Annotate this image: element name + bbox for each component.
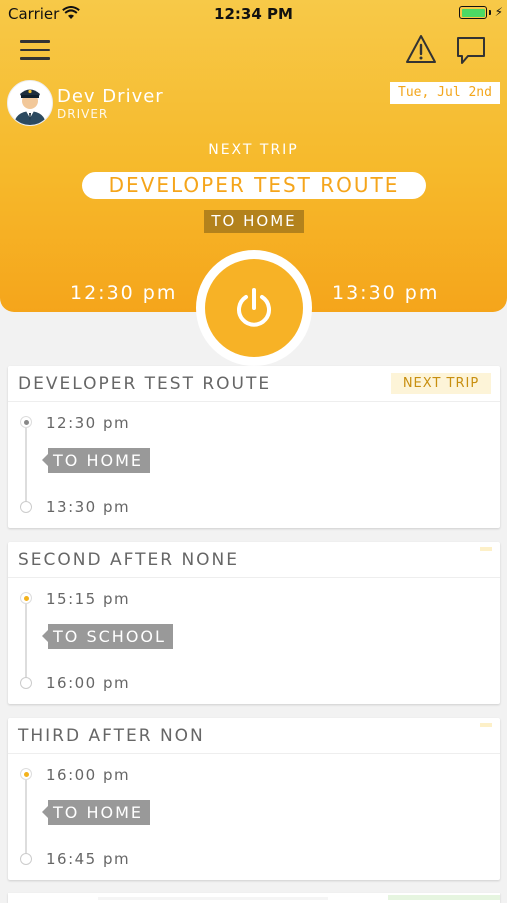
trip-start-time: 16:00 pm (46, 766, 131, 784)
card-divider (8, 401, 500, 402)
chat-bubble-icon[interactable] (456, 36, 486, 66)
timeline-start-dot (20, 416, 32, 428)
charging-icon: ⚡ (494, 5, 503, 19)
power-icon (237, 288, 271, 327)
trip-end-time: 16:00 pm (46, 674, 131, 692)
status-time: 12:34 PM (214, 5, 293, 23)
trip-start-time: 15:15 pm (46, 590, 131, 608)
timeline-start-dot (20, 768, 32, 780)
driver-avatar (7, 80, 53, 126)
next-trip-start-time: 12:30 pm (70, 282, 178, 304)
next-trip-end-time: 13:30 pm (332, 282, 440, 304)
start-trip-button[interactable] (205, 259, 303, 357)
next-trip-tag: NEXT TRIP (391, 373, 491, 394)
trip-card-partial[interactable] (8, 893, 500, 903)
battery-tip (489, 10, 491, 15)
hamburger-menu-icon[interactable] (20, 40, 50, 62)
trip-direction-tag: TO HOME (42, 800, 150, 825)
trip-card[interactable]: DEVELOPER TEST ROUTE NEXT TRIP 12:30 pm … (8, 366, 500, 528)
trip-title: THIRD AFTER NON (18, 726, 205, 746)
timeline-end-dot (20, 677, 32, 689)
trip-tag-indicator (480, 723, 492, 727)
next-trip-route: DEVELOPER TEST ROUTE (82, 172, 426, 199)
trip-title: SECOND AFTER NONE (18, 550, 239, 570)
card-tag-peek (388, 895, 500, 900)
trip-card[interactable]: THIRD AFTER NON 16:00 pm TO HOME 16:45 p… (8, 718, 500, 880)
trip-start-time: 12:30 pm (46, 414, 131, 432)
trip-card[interactable]: SECOND AFTER NONE 15:15 pm TO SCHOOL 16:… (8, 542, 500, 704)
timeline-end-dot (20, 501, 32, 513)
date-badge[interactable]: Tue, Jul 2nd (390, 82, 500, 104)
trip-title: DEVELOPER TEST ROUTE (18, 374, 272, 394)
timeline-start-dot (20, 592, 32, 604)
driver-name: Dev Driver (57, 86, 164, 107)
status-bar: Carrier 12:34 PM ⚡ (0, 0, 507, 28)
trip-direction-tag: TO HOME (42, 448, 150, 473)
trip-direction-tag: TO SCHOOL (42, 624, 173, 649)
trip-end-time: 13:30 pm (46, 498, 131, 516)
card-divider (8, 753, 500, 754)
driver-role: DRIVER (57, 107, 109, 121)
card-divider (8, 577, 500, 578)
timeline-line (25, 773, 27, 859)
next-trip-direction: TO HOME (204, 210, 304, 233)
timeline-end-dot (20, 853, 32, 865)
timeline-line (25, 421, 27, 507)
timeline-line (25, 597, 27, 683)
next-trip-label: NEXT TRIP (208, 142, 299, 158)
warning-triangle-icon[interactable] (405, 34, 437, 64)
battery-icon (459, 6, 487, 19)
trip-end-time: 16:45 pm (46, 850, 131, 868)
trip-tag-indicator (480, 547, 492, 551)
